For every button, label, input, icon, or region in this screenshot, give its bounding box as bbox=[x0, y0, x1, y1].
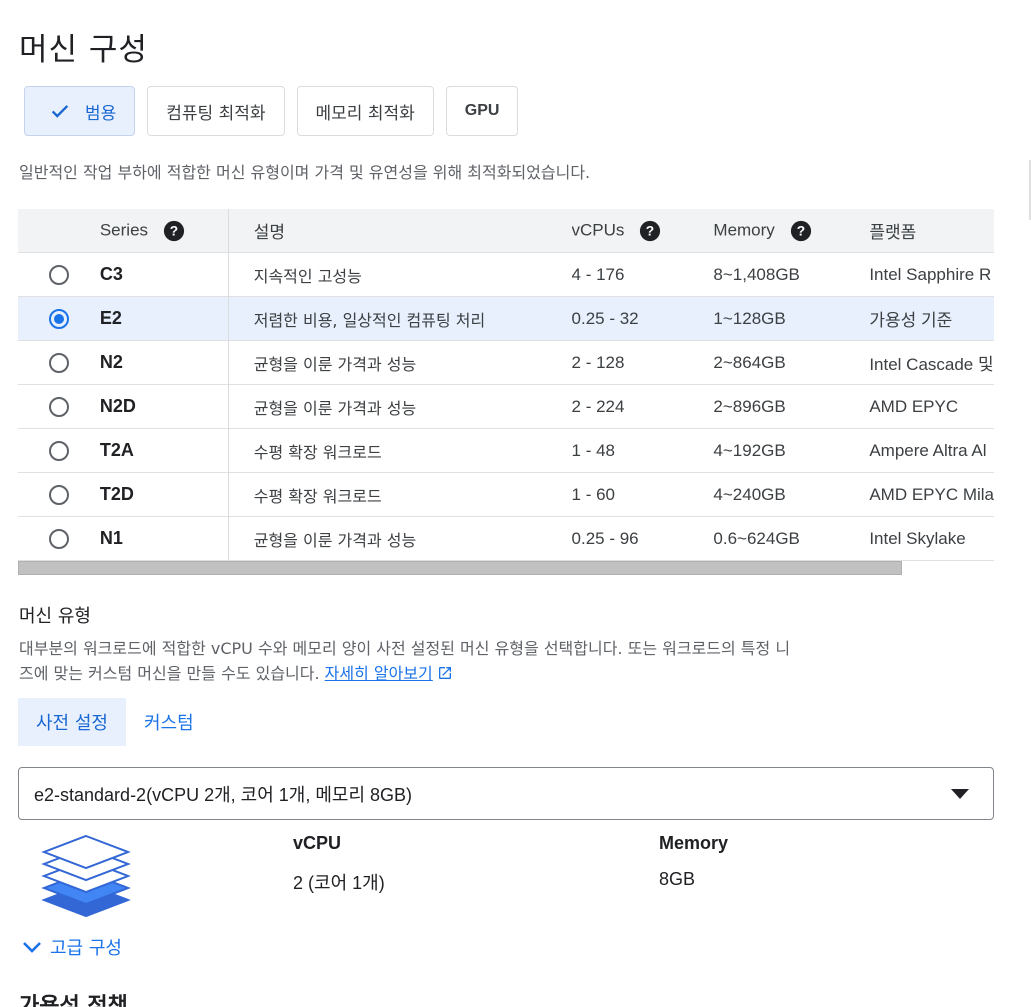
machine-type-description: 대부분의 워크로드에 적합한 vCPU 수와 메모리 양이 사전 설정된 머신 … bbox=[19, 636, 799, 686]
next-section-title: 가용성 정책 bbox=[19, 994, 128, 1007]
series-name: C3 bbox=[99, 252, 229, 297]
header-series: Series ? bbox=[99, 209, 229, 253]
chevron-down-icon bbox=[23, 942, 41, 953]
series-description: 균형을 이룬 가격과 성능 bbox=[253, 398, 417, 418]
chip-label: 컴퓨팅 최적화 bbox=[166, 103, 266, 124]
series-name: N2D bbox=[99, 384, 229, 429]
series-name: E2 bbox=[99, 296, 229, 341]
header-memory-label: Memory bbox=[713, 219, 775, 239]
svg-text:?: ? bbox=[646, 223, 654, 238]
series-radio[interactable] bbox=[48, 264, 69, 285]
chip-label: 범용 bbox=[85, 103, 117, 124]
learn-more-label: 자세히 알아보기 bbox=[324, 664, 433, 683]
help-icon[interactable]: ? bbox=[639, 220, 661, 242]
series-memory: 2~864GB bbox=[713, 352, 786, 372]
series-vcpus: 1 - 60 bbox=[571, 484, 616, 504]
header-description: 설명 bbox=[253, 223, 286, 242]
chip-label: 메모리 최적화 bbox=[315, 103, 415, 124]
series-memory: 0.6~624GB bbox=[713, 528, 800, 548]
table-row[interactable]: E2 저렴한 비용, 일상적인 컴퓨팅 처리 0.25 - 32 1~128GB… bbox=[18, 296, 994, 341]
table-header-row: Series ? 설명 vCPUs ? Memory ? 플랫폼 bbox=[18, 209, 994, 253]
series-platform: Intel Sapphire R bbox=[869, 264, 992, 284]
series-description: 수평 확장 워크로드 bbox=[253, 486, 382, 506]
chip-compute-optimized[interactable]: 컴퓨팅 최적화 bbox=[147, 86, 285, 136]
series-platform: AMD EPYC Mila bbox=[869, 484, 994, 504]
series-radio[interactable] bbox=[48, 484, 69, 505]
series-radio[interactable] bbox=[48, 352, 69, 373]
series-description: 균형을 이룬 가격과 성능 bbox=[253, 354, 417, 374]
series-vcpus: 4 - 176 bbox=[571, 264, 625, 284]
machine-family-chips: 범용 컴퓨팅 최적화 메모리 최적화 GPU bbox=[24, 86, 519, 136]
series-description: 저렴한 비용, 일상적인 컴퓨팅 처리 bbox=[253, 310, 486, 330]
help-icon[interactable]: ? bbox=[163, 220, 185, 242]
table-row[interactable]: N1 균형을 이룬 가격과 성능 0.25 - 96 0.6~624GB Int… bbox=[18, 516, 994, 561]
machine-type-tabs: 사전 설정 커스텀 bbox=[18, 698, 212, 746]
help-icon[interactable]: ? bbox=[790, 220, 812, 242]
dropdown-arrow-icon bbox=[951, 789, 969, 799]
learn-more-link[interactable]: 자세히 알아보기 bbox=[325, 664, 433, 683]
open-in-new-icon bbox=[438, 667, 451, 679]
machine-type-select[interactable]: e2-standard-2(vCPU 2개, 코어 1개, 메모리 8GB) bbox=[18, 767, 994, 820]
series-platform: 가용성 기준 bbox=[869, 311, 953, 330]
tab-custom[interactable]: 커스텀 bbox=[126, 698, 212, 746]
advanced-config-toggle[interactable]: 고급 구성 bbox=[20, 934, 122, 960]
horizontal-scrollbar[interactable] bbox=[18, 561, 902, 575]
table-row[interactable]: C3 지속적인 고성능 4 - 176 8~1,408GB Intel Sapp… bbox=[18, 252, 994, 297]
chip-gpu[interactable]: GPU bbox=[445, 86, 519, 136]
chip-memory-optimized[interactable]: 메모리 최적화 bbox=[296, 86, 434, 136]
check-icon bbox=[51, 105, 69, 118]
series-memory: 4~240GB bbox=[713, 484, 786, 504]
series-memory: 4~192GB bbox=[713, 440, 786, 460]
svg-text:?: ? bbox=[796, 223, 804, 238]
series-description: 수평 확장 워크로드 bbox=[253, 442, 382, 462]
series-radio[interactable] bbox=[48, 308, 69, 329]
series-name: T2A bbox=[99, 428, 229, 473]
header-select bbox=[18, 209, 100, 253]
memory-value: 8GB bbox=[659, 869, 696, 889]
vcpu-value: 2 (코어 1개) bbox=[293, 873, 385, 893]
svg-text:?: ? bbox=[170, 223, 178, 238]
series-radio[interactable] bbox=[48, 440, 69, 461]
chip-label: GPU bbox=[464, 102, 500, 119]
series-table: Series ? 설명 vCPUs ? Memory ? 플랫폼 C3 지속적인… bbox=[18, 209, 994, 561]
machine-stack-icon bbox=[41, 834, 131, 918]
series-memory: 1~128GB bbox=[713, 308, 786, 328]
header-platform: 플랫폼 bbox=[869, 223, 917, 242]
series-vcpus: 2 - 128 bbox=[571, 352, 625, 372]
machine-type-title: 머신 유형 bbox=[19, 606, 91, 627]
series-vcpus: 1 - 48 bbox=[571, 440, 616, 460]
header-vcpus: vCPUs ? bbox=[572, 209, 714, 253]
memory-label: Memory bbox=[659, 833, 729, 853]
vcpu-label: vCPU bbox=[293, 833, 342, 853]
header-series-label: Series bbox=[99, 219, 149, 239]
chip-general-purpose[interactable]: 범용 bbox=[24, 86, 136, 136]
series-platform: AMD EPYC bbox=[869, 396, 959, 416]
machine-type-selected-value: e2-standard-2(vCPU 2개, 코어 1개, 메모리 8GB) bbox=[34, 784, 413, 805]
series-memory: 8~1,408GB bbox=[713, 264, 800, 284]
series-vcpus: 0.25 - 32 bbox=[571, 308, 639, 328]
series-radio[interactable] bbox=[48, 396, 69, 417]
series-platform: Intel Skylake bbox=[869, 528, 966, 548]
page-title: 머신 구성 bbox=[19, 32, 148, 68]
series-memory: 2~896GB bbox=[713, 396, 786, 416]
series-platform: Intel Cascade 및 bbox=[869, 355, 994, 374]
series-radio[interactable] bbox=[48, 528, 69, 549]
table-row[interactable]: N2D 균형을 이룬 가격과 성능 2 - 224 2~896GB AMD EP… bbox=[18, 384, 994, 429]
header-memory: Memory ? bbox=[713, 209, 869, 253]
family-description: 일반적인 작업 부하에 적합한 머신 유형이며 가격 및 유연성을 위해 최적화… bbox=[19, 163, 591, 182]
advanced-config-label: 고급 구성 bbox=[50, 938, 122, 959]
series-description: 지속적인 고성능 bbox=[253, 266, 362, 286]
series-platform: Ampere Altra Al bbox=[869, 440, 987, 460]
series-vcpus: 0.25 - 96 bbox=[571, 528, 639, 548]
table-row[interactable]: N2 균형을 이룬 가격과 성능 2 - 128 2~864GB Intel C… bbox=[18, 340, 994, 385]
series-name: T2D bbox=[99, 472, 229, 517]
table-row[interactable]: T2A 수평 확장 워크로드 1 - 48 4~192GB Ampere Alt… bbox=[18, 428, 994, 473]
series-name: N1 bbox=[99, 516, 229, 561]
table-row[interactable]: T2D 수평 확장 워크로드 1 - 60 4~240GB AMD EPYC M… bbox=[18, 472, 994, 517]
series-vcpus: 2 - 224 bbox=[571, 396, 625, 416]
series-description: 균형을 이룬 가격과 성능 bbox=[253, 530, 417, 550]
series-name: N2 bbox=[99, 340, 229, 385]
tab-preset[interactable]: 사전 설정 bbox=[18, 698, 126, 746]
header-vcpus-label: vCPUs bbox=[571, 219, 625, 239]
